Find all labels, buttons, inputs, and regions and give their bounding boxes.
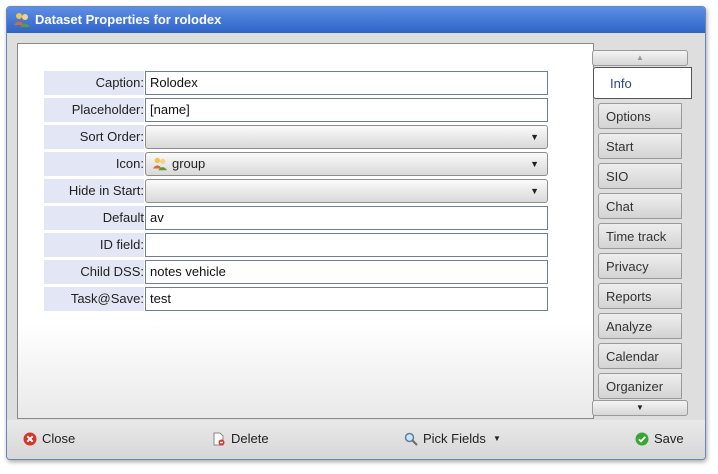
- group-icon: [152, 157, 168, 171]
- default-input[interactable]: av: [145, 206, 548, 230]
- id-field-input[interactable]: [145, 233, 548, 257]
- dataset-properties-dialog: Dataset Properties for rolodex Caption: …: [6, 6, 706, 460]
- sort-order-select[interactable]: ▼: [145, 125, 548, 149]
- child-dss-input[interactable]: notes vehicle: [145, 260, 548, 284]
- dialog-footer: Close Delete Pick Fields ▼ Save: [7, 420, 705, 459]
- close-icon: [23, 432, 37, 446]
- dropdown-arrow-icon: ▼: [530, 132, 539, 142]
- close-label: Close: [42, 431, 76, 446]
- group-icon: [14, 13, 30, 27]
- tab-chat[interactable]: Chat: [598, 193, 682, 219]
- pick-fields-label: Pick Fields: [423, 431, 486, 446]
- dropdown-arrow-icon: ▼: [530, 159, 539, 169]
- icon-label: Icon:: [44, 152, 144, 176]
- tab-sio[interactable]: SIO: [598, 163, 682, 189]
- title-bar[interactable]: Dataset Properties for rolodex: [7, 7, 705, 33]
- check-icon: [635, 432, 649, 446]
- tab-analyze[interactable]: Analyze: [598, 313, 682, 339]
- hide-in-start-select[interactable]: ▼: [145, 179, 548, 203]
- task-at-save-label: Task@Save:: [44, 287, 144, 311]
- default-label: Default: [44, 206, 144, 230]
- chevron-down-icon: ▼: [493, 434, 501, 443]
- tab-reports[interactable]: Reports: [598, 283, 682, 309]
- hide-in-start-label: Hide in Start:: [44, 179, 144, 203]
- tab-options[interactable]: Options: [598, 103, 682, 129]
- dialog-title: Dataset Properties for rolodex: [35, 12, 222, 27]
- tabs-scroll-up-button[interactable]: ▲: [592, 50, 688, 66]
- dropdown-arrow-icon: ▼: [530, 186, 539, 196]
- tab-start[interactable]: Start: [598, 133, 682, 159]
- caption-label: Caption:: [44, 71, 144, 95]
- scroll-down-icon: ▼: [636, 403, 644, 412]
- placeholder-label: Placeholder:: [44, 98, 144, 122]
- magnifier-icon: [404, 432, 418, 446]
- save-label: Save: [654, 431, 684, 446]
- placeholder-input[interactable]: [name]: [145, 98, 548, 122]
- tab-calendar[interactable]: Calendar: [598, 343, 682, 369]
- caption-input[interactable]: Rolodex: [145, 71, 548, 95]
- info-panel: Caption: Rolodex Placeholder: [name] Sor…: [17, 43, 594, 419]
- icon-select[interactable]: group ▼: [145, 152, 548, 176]
- scroll-up-icon: ▲: [636, 53, 644, 62]
- delete-document-icon: [213, 432, 225, 446]
- tab-time-track[interactable]: Time track: [598, 223, 682, 249]
- tabs-scroll-down-button[interactable]: ▼: [592, 400, 688, 416]
- icon-select-value: group: [172, 156, 206, 171]
- id-field-label: ID field:: [44, 233, 144, 257]
- tab-privacy[interactable]: Privacy: [598, 253, 682, 279]
- delete-label: Delete: [231, 431, 269, 446]
- sort-order-label: Sort Order:: [44, 125, 144, 149]
- child-dss-label: Child DSS:: [44, 260, 144, 284]
- tab-info[interactable]: Info: [593, 67, 692, 99]
- task-at-save-input[interactable]: test: [145, 287, 548, 311]
- tab-organizer[interactable]: Organizer: [598, 373, 682, 399]
